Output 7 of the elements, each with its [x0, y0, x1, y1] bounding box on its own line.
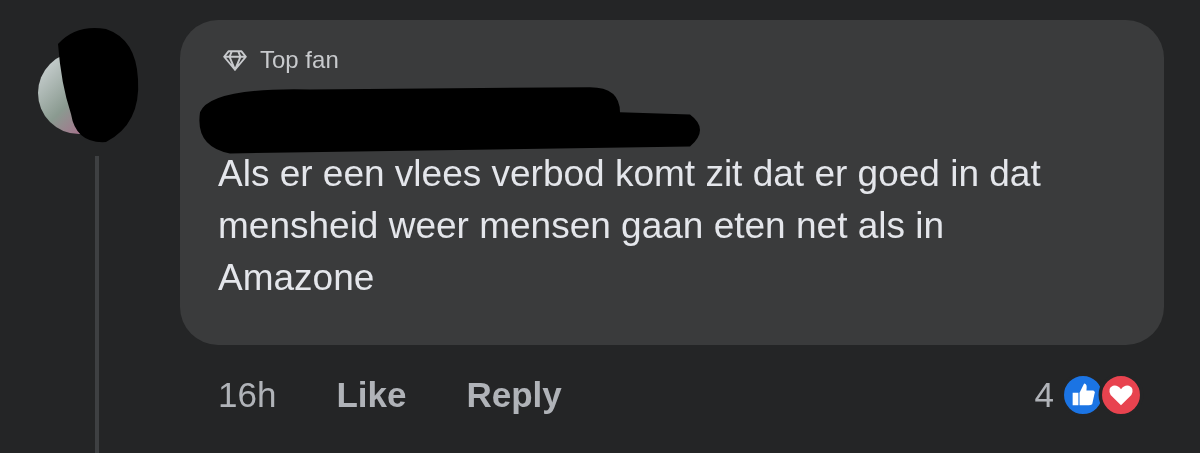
diamond-icon [222, 49, 248, 71]
top-fan-label: Top fan [260, 46, 339, 74]
action-link[interactable]: Like [336, 375, 407, 415]
comment-text: Als er een vlees verbod komt zit dat er goed in dat mensheid weer mensen gaan eten net als in Amazone [218, 152, 1042, 300]
reaction-count[interactable]: 4 [1034, 375, 1054, 415]
action-link[interactable]: Reply [466, 375, 562, 415]
timestamp: 16h [218, 375, 277, 415]
